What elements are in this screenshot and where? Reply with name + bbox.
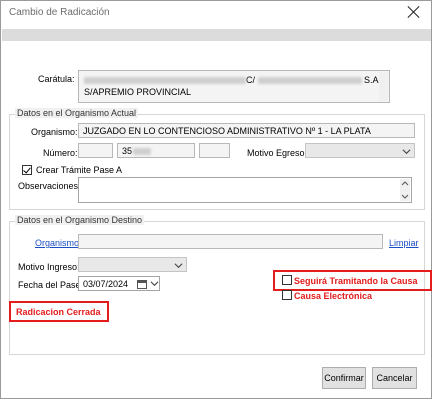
numero-label: Número: (43, 148, 78, 158)
numero-value: 35 (122, 146, 133, 156)
header-strip (2, 29, 431, 41)
confirmar-button[interactable]: Confirmar (322, 367, 366, 389)
numero-suffix-field (199, 143, 230, 158)
redacted-text (257, 77, 362, 85)
crear-tramite-checkbox[interactable] (22, 165, 32, 175)
calendar-icon[interactable] (137, 280, 147, 289)
dialog-window: Cambio de Radicación Carátula: C/ S.A. S… (0, 0, 432, 399)
chevron-down-icon (402, 147, 411, 156)
causa-electronica-checkbox[interactable] (282, 290, 292, 300)
chevron-down-icon (174, 261, 183, 270)
caratula-scrollbar[interactable] (379, 72, 388, 101)
caratula-line1-suffix: C/ (246, 75, 255, 85)
numero-field: 35 (117, 143, 195, 158)
fecha-pase-value: 03/07/2024 (83, 279, 129, 289)
fecha-pase-picker[interactable]: 03/07/2024 (78, 276, 160, 291)
scroll-up-icon[interactable] (401, 180, 409, 188)
limpiar-link[interactable]: Limpiar (389, 238, 419, 248)
caratula-line1: C/ S.A. (84, 74, 384, 86)
motivo-ingreso-label: Motivo Ingreso: (18, 262, 80, 272)
cancelar-button[interactable]: Cancelar (372, 367, 417, 389)
seguira-tramitando-checkbox[interactable] (282, 275, 292, 285)
caratula-field: C/ S.A. S/APREMIO PROVINCIAL (78, 70, 390, 103)
causa-electronica-label: Causa Electrónica (294, 291, 373, 301)
redacted-text (84, 77, 246, 85)
redacted-text (133, 148, 152, 156)
group-title-actual: Datos en el Organismo Actual (15, 108, 139, 118)
crear-tramite-label: Crear Trámite Pase A (36, 165, 123, 175)
close-icon[interactable] (407, 5, 421, 19)
caratula-line2: S/APREMIO PROVINCIAL (84, 87, 192, 97)
motivo-egreso-select[interactable] (305, 143, 415, 158)
organismo-destino-link[interactable]: Organismo (35, 238, 79, 248)
caratula-label: Carátula: (38, 74, 75, 84)
observaciones-scrollbar[interactable] (400, 179, 410, 201)
fecha-pase-label: Fecha del Pase: (18, 280, 84, 290)
organismo-label: Organismo: (31, 127, 78, 137)
numero-prefix-field (78, 143, 113, 158)
window-title: Cambio de Radicación (9, 7, 110, 18)
scroll-down-icon[interactable] (401, 192, 409, 200)
organismo-destino-field (78, 234, 383, 249)
observaciones-textarea[interactable] (78, 177, 412, 203)
chevron-down-icon[interactable] (150, 279, 159, 287)
radicacion-cerrada-label: Radicacion Cerrada (16, 307, 101, 317)
motivo-ingreso-select[interactable] (78, 257, 187, 272)
observaciones-label: Observaciones: (18, 181, 81, 191)
organismo-field: JUZGADO EN LO CONTENCIOSO ADMINISTRATIVO… (78, 123, 415, 138)
group-title-destino: Datos en el Organismo Destino (15, 215, 145, 225)
seguira-tramitando-label: Seguirá Tramitando la Causa (294, 276, 418, 286)
title-bar: Cambio de Radicación (1, 1, 431, 29)
motivo-egreso-label: Motivo Egreso: (247, 148, 308, 158)
